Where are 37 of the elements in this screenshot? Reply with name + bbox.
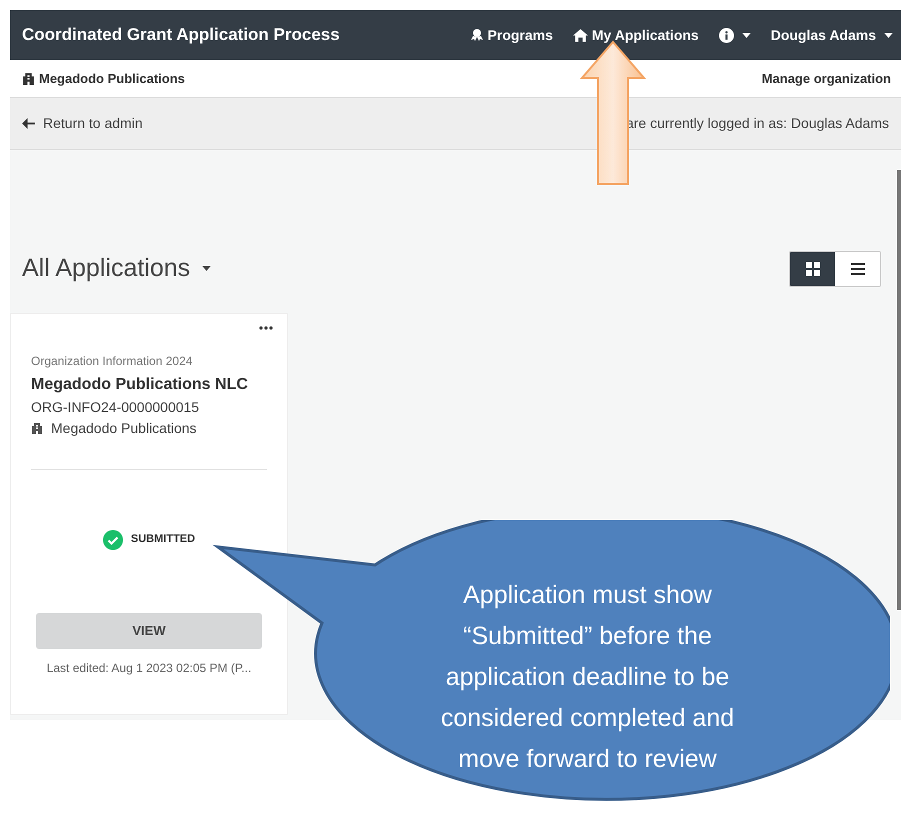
caret-icon	[742, 32, 751, 38]
building-icon	[22, 72, 35, 85]
user-menu-button[interactable]: Douglas Adams	[770, 24, 893, 46]
callout-text: “Submitted” before the	[463, 621, 712, 652]
view-toggle-button[interactable]	[835, 252, 880, 286]
award-icon	[470, 28, 484, 42]
app-title: Coordinated Grant Application Process	[22, 24, 340, 46]
nav-link[interactable]: My Applications	[572, 24, 699, 46]
back-arrow-icon	[22, 118, 35, 129]
info-icon	[718, 28, 734, 42]
more-icon	[259, 326, 273, 330]
organization-name: Megadodo Publications	[39, 70, 185, 88]
nav-link[interactable]: Programs	[470, 24, 553, 46]
manage-organization-link[interactable]: Manage organization	[762, 68, 891, 88]
program-name: Organization Information 2024	[31, 352, 194, 370]
caret-icon	[884, 32, 893, 38]
info-menu-button[interactable]	[718, 28, 751, 42]
organization-name: Megadodo Publications	[51, 418, 197, 438]
application-title: Megadodo Publications NLC	[31, 374, 249, 394]
caret-icon	[202, 266, 212, 272]
return-to-admin-link[interactable]: Return to admin	[22, 113, 143, 134]
view-button[interactable]: VIEW	[36, 612, 262, 648]
callout-text: considered completed and	[440, 703, 734, 734]
callout-text: application deadline to be	[446, 662, 730, 693]
check-circle-icon	[102, 530, 123, 550]
more-options-button[interactable]	[259, 326, 273, 330]
building-icon	[31, 422, 43, 434]
application-id: ORG-INFO24-0000000015	[31, 398, 200, 416]
applications-filter-dropdown[interactable]: All Applications	[22, 250, 212, 288]
callout-text: Application must show	[463, 580, 712, 611]
last-edited-text: Last edited: Aug 1 2023 02:05 PM (P...	[46, 660, 252, 676]
home-icon	[572, 28, 588, 42]
list-icon	[850, 262, 864, 275]
callout-text: move forward to review	[458, 744, 717, 775]
status-label: SUBMITTED	[130, 532, 196, 548]
view-toggle-button[interactable]	[790, 252, 835, 286]
grid-icon	[806, 262, 820, 276]
